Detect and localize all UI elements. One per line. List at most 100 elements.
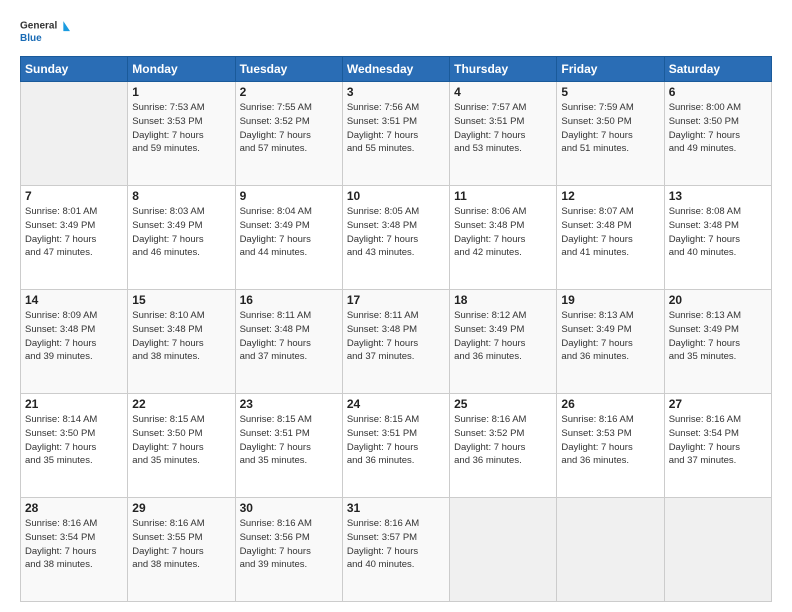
calendar-cell: 23 Sunrise: 8:15 AMSunset: 3:51 PMDayligh… <box>235 394 342 498</box>
calendar-cell: 26 Sunrise: 8:16 AMSunset: 3:53 PMDayligh… <box>557 394 664 498</box>
header: General Blue <box>20 16 772 48</box>
svg-text:General: General <box>20 21 57 32</box>
calendar-cell: 28 Sunrise: 8:16 AMSunset: 3:54 PMDayligh… <box>21 498 128 602</box>
calendar-week-row: 1 Sunrise: 7:53 AMSunset: 3:53 PMDaylight… <box>21 82 772 186</box>
day-number: 20 <box>669 293 767 307</box>
day-info: Sunrise: 8:11 AMSunset: 3:48 PMDaylight:… <box>240 309 338 364</box>
day-number: 13 <box>669 189 767 203</box>
calendar-day-header: Sunday <box>21 57 128 82</box>
calendar-cell: 24 Sunrise: 8:15 AMSunset: 3:51 PMDayligh… <box>342 394 449 498</box>
calendar-cell: 22Sunrise: 8:15 AMSunset: 3:50 PMDayligh… <box>128 394 235 498</box>
calendar-cell: 21 Sunrise: 8:14 AMSunset: 3:50 PMDayligh… <box>21 394 128 498</box>
day-number: 19 <box>561 293 659 307</box>
day-info: Sunrise: 8:15 AMSunset: 3:51 PMDaylight:… <box>240 413 338 468</box>
calendar-cell: 5 Sunrise: 7:59 AMSunset: 3:50 PMDaylight… <box>557 82 664 186</box>
day-info: Sunrise: 8:05 AMSunset: 3:48 PMDaylight:… <box>347 205 445 260</box>
day-info: Sunrise: 8:06 AMSunset: 3:48 PMDaylight:… <box>454 205 552 260</box>
day-info: Sunrise: 8:16 AMSunset: 3:56 PMDaylight:… <box>240 517 338 572</box>
day-info: Sunrise: 7:55 AMSunset: 3:52 PMDaylight:… <box>240 101 338 156</box>
day-number: 5 <box>561 85 659 99</box>
calendar-cell <box>21 82 128 186</box>
day-info: Sunrise: 8:13 AMSunset: 3:49 PMDaylight:… <box>669 309 767 364</box>
day-number: 4 <box>454 85 552 99</box>
day-info: Sunrise: 8:12 AMSunset: 3:49 PMDaylight:… <box>454 309 552 364</box>
day-number: 29 <box>132 501 230 515</box>
calendar-table: SundayMondayTuesdayWednesdayThursdayFrid… <box>20 56 772 602</box>
calendar-cell: 29 Sunrise: 8:16 AMSunset: 3:55 PMDayligh… <box>128 498 235 602</box>
calendar-cell: 2Sunrise: 7:55 AMSunset: 3:52 PMDaylight… <box>235 82 342 186</box>
day-number: 23 <box>240 397 338 411</box>
day-info: Sunrise: 7:53 AMSunset: 3:53 PMDaylight:… <box>132 101 230 156</box>
calendar-cell: 14Sunrise: 8:09 AMSunset: 3:48 PMDayligh… <box>21 290 128 394</box>
day-number: 3 <box>347 85 445 99</box>
day-number: 31 <box>347 501 445 515</box>
day-info: Sunrise: 8:15 AMSunset: 3:50 PMDaylight:… <box>132 413 230 468</box>
calendar-week-row: 21 Sunrise: 8:14 AMSunset: 3:50 PMDayligh… <box>21 394 772 498</box>
calendar-cell: 9Sunrise: 8:04 AMSunset: 3:49 PMDaylight… <box>235 186 342 290</box>
day-number: 27 <box>669 397 767 411</box>
logo: General Blue <box>20 16 70 48</box>
day-info: Sunrise: 8:03 AMSunset: 3:49 PMDaylight:… <box>132 205 230 260</box>
day-info: Sunrise: 8:16 AMSunset: 3:53 PMDaylight:… <box>561 413 659 468</box>
day-info: Sunrise: 8:13 AMSunset: 3:49 PMDaylight:… <box>561 309 659 364</box>
calendar-week-row: 28 Sunrise: 8:16 AMSunset: 3:54 PMDayligh… <box>21 498 772 602</box>
day-number: 15 <box>132 293 230 307</box>
day-info: Sunrise: 8:10 AMSunset: 3:48 PMDaylight:… <box>132 309 230 364</box>
calendar-cell: 17 Sunrise: 8:11 AMSunset: 3:48 PMDayligh… <box>342 290 449 394</box>
day-info: Sunrise: 8:08 AMSunset: 3:48 PMDaylight:… <box>669 205 767 260</box>
calendar-header-row: SundayMondayTuesdayWednesdayThursdayFrid… <box>21 57 772 82</box>
day-number: 21 <box>25 397 123 411</box>
calendar-cell: 1 Sunrise: 7:53 AMSunset: 3:53 PMDaylight… <box>128 82 235 186</box>
calendar-cell: 25Sunrise: 8:16 AMSunset: 3:52 PMDayligh… <box>450 394 557 498</box>
calendar-cell: 6Sunrise: 8:00 AMSunset: 3:50 PMDaylight… <box>664 82 771 186</box>
day-number: 17 <box>347 293 445 307</box>
logo-svg: General Blue <box>20 16 70 48</box>
day-number: 28 <box>25 501 123 515</box>
day-info: Sunrise: 8:14 AMSunset: 3:50 PMDaylight:… <box>25 413 123 468</box>
calendar-cell: 3 Sunrise: 7:56 AMSunset: 3:51 PMDaylight… <box>342 82 449 186</box>
calendar-day-header: Monday <box>128 57 235 82</box>
day-number: 24 <box>347 397 445 411</box>
calendar-cell: 19 Sunrise: 8:13 AMSunset: 3:49 PMDayligh… <box>557 290 664 394</box>
calendar-cell <box>557 498 664 602</box>
calendar-day-header: Saturday <box>664 57 771 82</box>
calendar-cell: 4Sunrise: 7:57 AMSunset: 3:51 PMDaylight… <box>450 82 557 186</box>
day-number: 6 <box>669 85 767 99</box>
calendar-day-header: Tuesday <box>235 57 342 82</box>
day-number: 7 <box>25 189 123 203</box>
calendar-day-header: Thursday <box>450 57 557 82</box>
day-info: Sunrise: 8:15 AMSunset: 3:51 PMDaylight:… <box>347 413 445 468</box>
day-info: Sunrise: 8:01 AMSunset: 3:49 PMDaylight:… <box>25 205 123 260</box>
day-info: Sunrise: 8:16 AMSunset: 3:52 PMDaylight:… <box>454 413 552 468</box>
day-number: 18 <box>454 293 552 307</box>
day-info: Sunrise: 8:11 AMSunset: 3:48 PMDaylight:… <box>347 309 445 364</box>
calendar-cell <box>450 498 557 602</box>
calendar-cell: 27Sunrise: 8:16 AMSunset: 3:54 PMDayligh… <box>664 394 771 498</box>
calendar-cell: 31Sunrise: 8:16 AMSunset: 3:57 PMDayligh… <box>342 498 449 602</box>
calendar-cell: 20 Sunrise: 8:13 AMSunset: 3:49 PMDayligh… <box>664 290 771 394</box>
day-number: 30 <box>240 501 338 515</box>
calendar-cell: 16 Sunrise: 8:11 AMSunset: 3:48 PMDayligh… <box>235 290 342 394</box>
calendar-cell: 18 Sunrise: 8:12 AMSunset: 3:49 PMDayligh… <box>450 290 557 394</box>
calendar-cell: 10 Sunrise: 8:05 AMSunset: 3:48 PMDayligh… <box>342 186 449 290</box>
calendar-cell: 30 Sunrise: 8:16 AMSunset: 3:56 PMDayligh… <box>235 498 342 602</box>
calendar-cell: 13 Sunrise: 8:08 AMSunset: 3:48 PMDayligh… <box>664 186 771 290</box>
day-number: 8 <box>132 189 230 203</box>
calendar-day-header: Friday <box>557 57 664 82</box>
day-number: 16 <box>240 293 338 307</box>
day-info: Sunrise: 8:16 AMSunset: 3:54 PMDaylight:… <box>25 517 123 572</box>
calendar-cell <box>664 498 771 602</box>
day-info: Sunrise: 7:56 AMSunset: 3:51 PMDaylight:… <box>347 101 445 156</box>
day-number: 1 <box>132 85 230 99</box>
day-info: Sunrise: 8:07 AMSunset: 3:48 PMDaylight:… <box>561 205 659 260</box>
day-info: Sunrise: 7:59 AMSunset: 3:50 PMDaylight:… <box>561 101 659 156</box>
day-number: 11 <box>454 189 552 203</box>
day-info: Sunrise: 8:16 AMSunset: 3:55 PMDaylight:… <box>132 517 230 572</box>
calendar-day-header: Wednesday <box>342 57 449 82</box>
day-number: 10 <box>347 189 445 203</box>
calendar-body: 1 Sunrise: 7:53 AMSunset: 3:53 PMDaylight… <box>21 82 772 602</box>
day-info: Sunrise: 8:09 AMSunset: 3:48 PMDaylight:… <box>25 309 123 364</box>
day-number: 26 <box>561 397 659 411</box>
calendar-cell: 11 Sunrise: 8:06 AMSunset: 3:48 PMDayligh… <box>450 186 557 290</box>
day-info: Sunrise: 8:04 AMSunset: 3:49 PMDaylight:… <box>240 205 338 260</box>
